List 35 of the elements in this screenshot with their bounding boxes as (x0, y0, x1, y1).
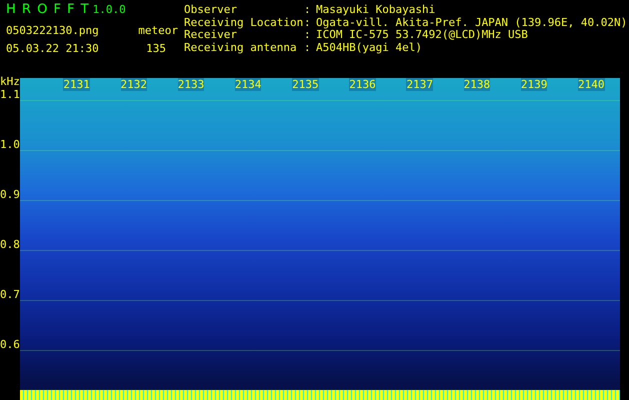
info-value: Masayuki Kobayashi (316, 4, 436, 16)
colon-separator: : (304, 42, 312, 54)
info-label: Observer (184, 4, 238, 16)
filename-label: 0503222130.png (6, 24, 99, 37)
y-axis-label: 1.1 (0, 88, 20, 102)
time-label: 2140 (578, 78, 605, 91)
colon-separator: : (304, 29, 312, 42)
info-value: Ogata-vill. Akita-Pref. JAPAN (139.96E, 40.02N) (316, 16, 628, 29)
colon-separator: : (304, 16, 312, 29)
app-title: H R O F F T (6, 2, 89, 17)
count-label: 135 (146, 42, 166, 55)
time-label: 2133 (178, 78, 204, 91)
time-label: 2136 (349, 78, 376, 91)
time-label: 2139 (520, 78, 548, 91)
y-axis-label: 1.0 (0, 138, 20, 152)
colon-separator: : (304, 4, 312, 16)
info-label: Receiving Location (184, 16, 304, 29)
datetime-label: 05.03.22 21:30 (6, 42, 99, 55)
y-axis-label: 0.9 (0, 188, 20, 202)
time-label: 2134 (234, 78, 262, 91)
time-label: 2131 (63, 78, 90, 91)
info-label: Receiver (184, 29, 237, 42)
y-axis-label: 0.6 (0, 338, 20, 352)
info-value: ICOM IC-575 53.7492(@LCD)MHz USB (316, 29, 528, 42)
time-label: 2138 (464, 78, 490, 91)
info-value: A504HB(yagi 4el) (316, 42, 422, 54)
y-axis-label: 0.7 (0, 288, 20, 302)
time-label: 2137 (406, 78, 433, 91)
mode-label: meteor (138, 24, 178, 37)
time-label: 2132 (120, 78, 148, 91)
y-axis-label: 0.8 (0, 238, 20, 252)
info-label: Receiving antenna (184, 42, 298, 54)
version-label: 1.0.0 (92, 3, 126, 16)
time-label: 2135 (292, 78, 319, 91)
axis-unit: kHz (0, 76, 20, 88)
